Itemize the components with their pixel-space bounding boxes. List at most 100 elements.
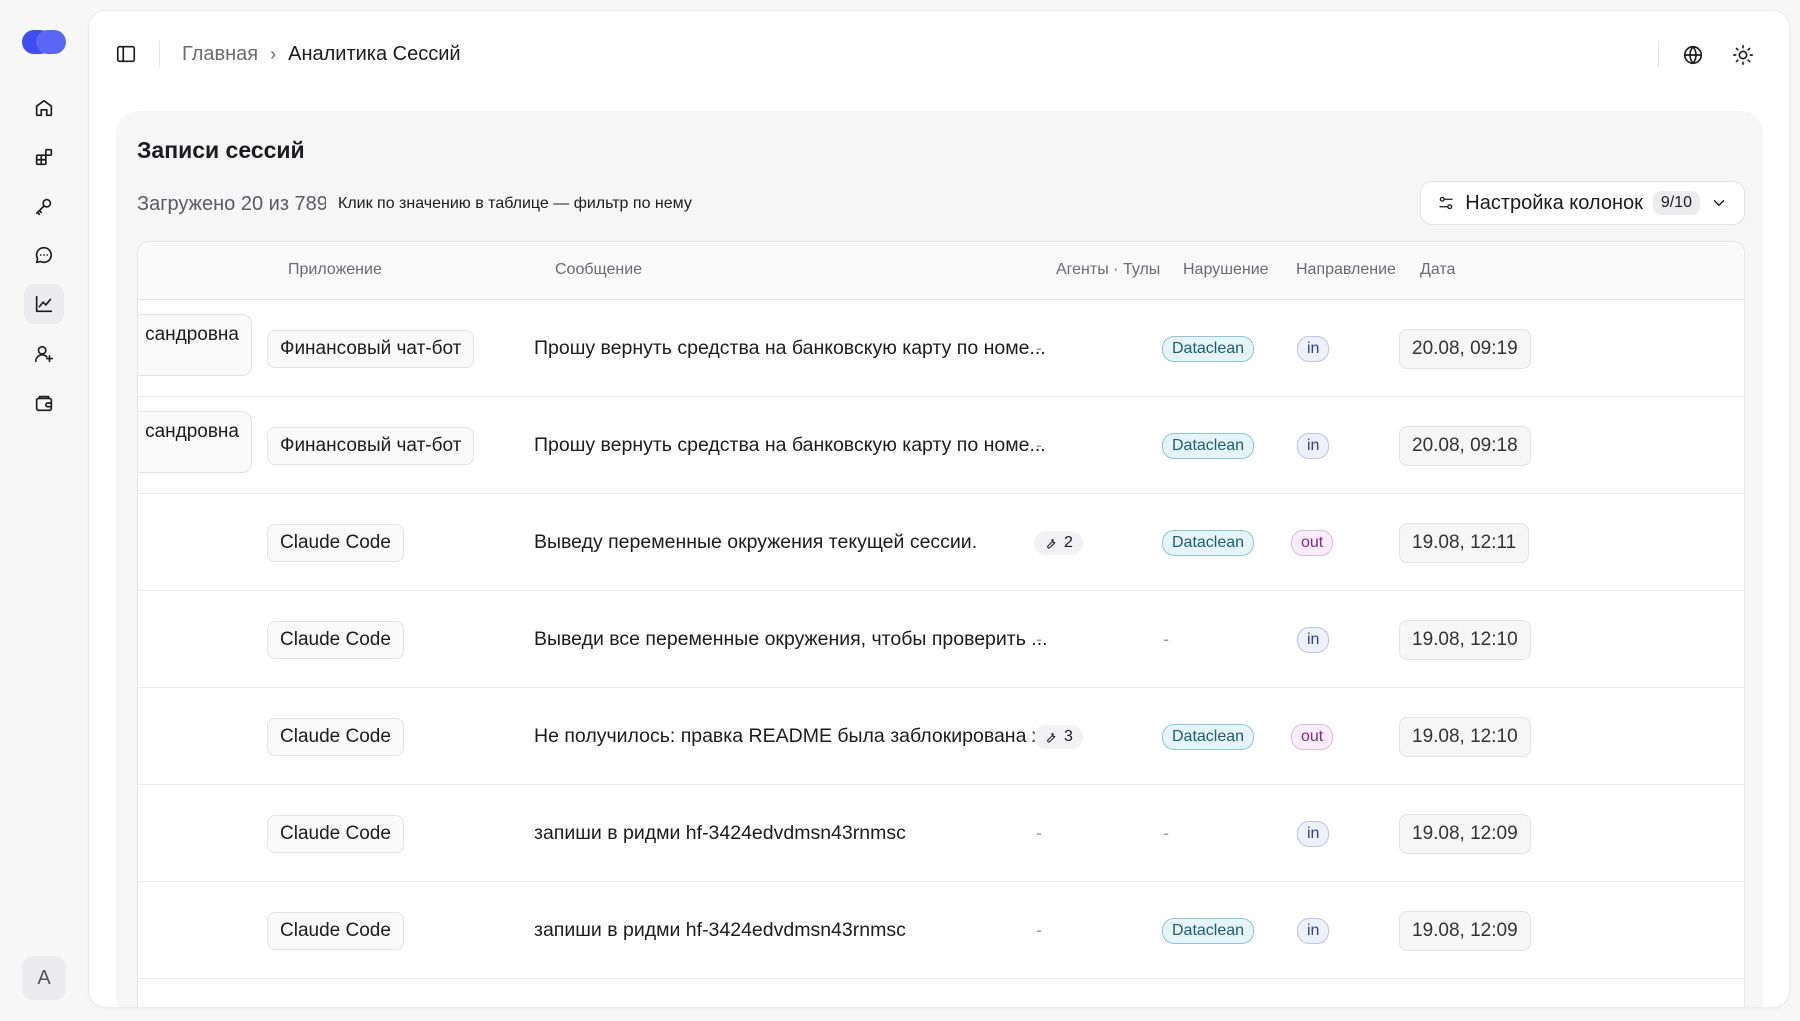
message-cell[interactable]: Выведу переменные окружения текущей сесс… [534,531,977,554]
tools-chip[interactable]: 3 [1034,724,1083,749]
app-chip[interactable]: Финансовый чат-бот [267,329,475,368]
app-chip[interactable]: Claude Code [267,620,404,659]
column-count-badge: 9/10 [1652,191,1700,215]
filter-hint: Клик по значению в таблице — фильтр по н… [326,185,704,223]
brand-logo[interactable] [22,30,66,54]
message-cell[interactable]: запиши в ридми hf-3424edvdmsn43rnmsc [534,822,906,845]
message-cell[interactable]: Выведи все переменные окружения, чтобы п… [534,628,1048,651]
user-avatar[interactable]: A [22,956,66,1000]
home-icon [35,99,53,117]
direction-badge[interactable]: in [1297,432,1330,459]
table-row[interactable]: сандровна Финансовый чат-бот Прошу вернуть… [138,397,1744,494]
divider [159,41,160,67]
app-chip[interactable]: Claude Code [267,717,404,756]
nav-keys[interactable] [24,186,64,226]
tools-empty: - [1036,338,1042,358]
direction-badge[interactable]: out [1291,529,1334,556]
column-settings-label: Настройка колонок [1465,191,1643,214]
column-settings-button[interactable]: Настройка колонок 9/10 [1420,181,1745,225]
app-chip[interactable]: Claude Code [267,911,404,950]
violation-badge[interactable]: Dataclean [1162,432,1255,459]
language-button[interactable] [1679,41,1707,69]
violation-badge[interactable]: Dataclean [1162,335,1255,362]
breadcrumb-current: Аналитика Сессий [288,43,461,65]
violation-empty: - [1163,823,1169,843]
message-icon [35,246,53,264]
date-chip[interactable]: 20.08, 09:18 [1399,425,1531,466]
nav-chats[interactable] [24,235,64,275]
main-area: Главная › Аналитика Сессий Записи сессий… [88,10,1790,1008]
user-plus-icon [34,345,54,363]
table-row[interactable]: Claude Code Выведу переменные окружения т… [138,494,1744,591]
header-message[interactable]: Сообщение [555,261,642,279]
table-row[interactable]: Claude Code запиши в ридми hf-3424edvdmsn… [138,882,1744,979]
sidebar-toggle-button[interactable] [115,43,139,67]
table-row[interactable]: сандровна Финансовый чат-бот Прошу вернуть… [138,300,1744,397]
header-violation[interactable]: Нарушение [1183,261,1269,279]
left-rail: A [0,0,88,1021]
divider [1658,41,1659,67]
settings-sliders-icon [1439,196,1453,210]
violation-empty: - [1163,629,1169,649]
nav-integrations[interactable] [24,137,64,177]
breadcrumb: Главная › Аналитика Сессий [182,43,461,66]
globe-icon [1683,45,1703,65]
violation-badge[interactable]: Dataclean [1162,917,1255,944]
date-chip[interactable]: 19.08, 12:10 [1399,716,1531,757]
tools-count: 2 [1064,533,1073,551]
header-agents-tools[interactable]: Агенты · Тулы [1056,261,1160,279]
direction-badge[interactable]: in [1297,820,1330,847]
app-chip[interactable]: Claude Code [267,523,404,562]
date-chip[interactable]: 19.08, 12:11 [1399,522,1530,563]
message-cell[interactable]: Не получилось: правка README была заблок… [534,725,1058,748]
sidebar-icon [116,45,136,63]
app-chip[interactable]: Claude Code [267,814,404,853]
nav-home[interactable] [24,88,64,128]
loaded-count: Загружено 20 из 7899 [137,193,340,215]
sessions-panel: Записи сессий Загружено 20 из 7899 Клик … [116,111,1763,1007]
direction-badge[interactable]: in [1297,335,1330,362]
nav-wallet[interactable] [24,383,64,423]
direction-badge[interactable]: in [1297,917,1330,944]
chevron-down-icon [1713,200,1725,207]
wallet-icon [35,395,53,412]
breadcrumb-home[interactable]: Главная [182,43,258,66]
tools-empty: - [1036,823,1042,843]
table-row[interactable]: Claude Code запиши в ридми hf-3424edvdmsn… [138,785,1744,882]
table-row[interactable]: Claude Code Не получилось: правка README … [138,688,1744,785]
violation-badge[interactable]: Dataclean [1162,723,1255,750]
user-cell[interactable]: сандровна [138,411,252,473]
date-chip[interactable]: 19.08, 12:09 [1399,813,1531,854]
key-icon [35,198,52,216]
nav-analytics[interactable] [24,284,64,324]
message-cell[interactable]: Прошу вернуть средства на банковскую кар… [534,337,1046,360]
sessions-table: Приложение Сообщение Агенты · Тулы Наруш… [137,241,1745,1007]
violation-badge[interactable]: Dataclean [1162,529,1255,556]
wrench-icon [1047,732,1056,743]
tools-empty: - [1036,435,1042,455]
message-cell[interactable]: Прошу вернуть средства на банковскую кар… [534,434,1046,457]
chevron-right-icon: › [270,44,277,64]
table-row[interactable]: Claude Code Выведи все переменные окружен… [138,591,1744,688]
tools-count: 3 [1064,727,1073,745]
tools-chip[interactable]: 2 [1034,530,1083,555]
message-cell[interactable]: запиши в ридми hf-3424edvdmsn43rnmsc [534,919,906,942]
header-app[interactable]: Приложение [288,261,382,279]
date-chip[interactable]: 20.08, 09:19 [1399,328,1531,369]
direction-badge[interactable]: in [1297,626,1330,653]
wrench-icon [1047,538,1056,549]
header-direction[interactable]: Направление [1296,261,1396,279]
table-header: Приложение Сообщение Агенты · Тулы Наруш… [138,242,1744,300]
sun-icon [1733,45,1753,65]
date-chip[interactable]: 19.08, 12:10 [1399,619,1531,660]
header-date[interactable]: Дата [1420,261,1455,279]
tools-empty: - [1036,920,1042,940]
topbar: Главная › Аналитика Сессий [89,11,1789,99]
theme-toggle-button[interactable] [1729,41,1757,69]
user-cell[interactable]: сандровна [138,314,252,376]
direction-badge[interactable]: out [1291,723,1334,750]
app-chip[interactable]: Финансовый чат-бот [267,426,475,465]
nav-users[interactable] [24,334,64,374]
panel-title: Записи сессий [137,137,305,163]
date-chip[interactable]: 19.08, 12:09 [1399,910,1531,951]
